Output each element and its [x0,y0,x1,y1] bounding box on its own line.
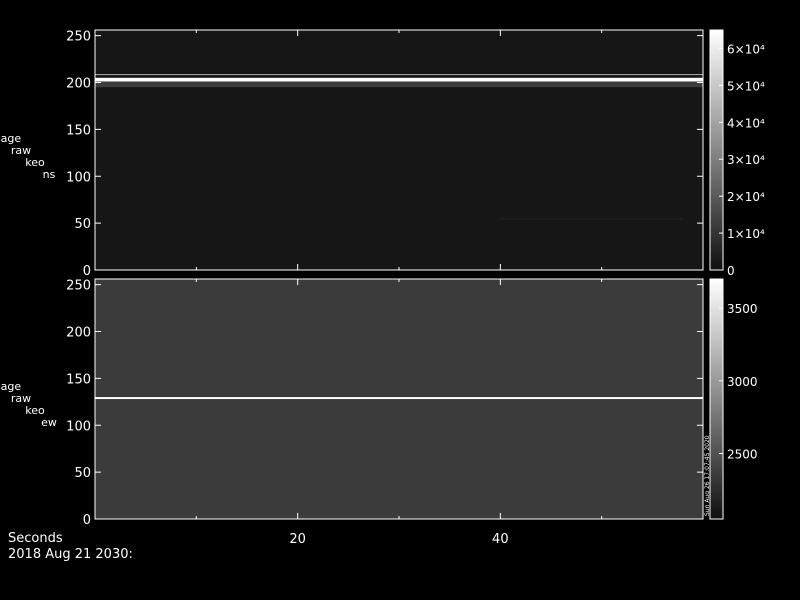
y-tick-label: 50 [74,466,91,481]
y-tick-label: 0 [83,264,91,279]
bottom-ylabel-line: image [0,380,22,393]
y-tick-label: 100 [66,170,91,185]
bottom-ylabel-line: ew [41,416,57,429]
bright-band [95,77,703,82]
colorbar-tick-label: 1×10⁴ [727,227,765,241]
colorbar-tick-label: 3000 [727,375,758,389]
colorbar-tick-label: 4×10⁴ [727,116,765,130]
side-note: Sun Aug 26 17:07:45 2020 [704,435,711,516]
y-tick-label: 50 [74,217,91,232]
y-tick-label: 200 [66,77,91,92]
top-ylabel: image raw keo ns [0,133,62,181]
colorbar-tick-label: 2×10⁴ [727,190,765,204]
y-tick-label: 0 [83,513,91,528]
y-tick-label: 250 [66,279,91,294]
top-ylabel-line: ns [42,168,56,181]
colorbar-tick-label: 6×10⁴ [727,42,765,56]
y-tick-label: 200 [66,326,91,341]
colorbar-tick-label: 3500 [727,302,758,316]
y-tick-label: 150 [66,123,91,138]
timestamp-label: 2018 Aug 21 2030: [8,547,133,562]
keogram-chart: 05010015020025001×10⁴2×10⁴3×10⁴4×10⁴5×10… [66,29,765,547]
colorbar [709,29,724,271]
x-tick-label: 40 [492,532,509,547]
x-tick-label: 20 [289,532,306,547]
y-tick-label: 100 [66,419,91,434]
bright-band [95,74,703,76]
top-ylabel-line: image [0,132,22,145]
colorbar-tick-label: 3×10⁴ [727,153,765,167]
bottom-ylabel: image raw keo ew [0,381,62,429]
x-unit-label: Seconds [8,531,63,546]
y-tick-label: 250 [66,30,91,45]
colorbar-tick-label: 5×10⁴ [727,79,765,93]
bright-line [95,397,703,400]
colorbar [709,278,724,520]
faint-streak [500,218,683,220]
colorbar-tick-label: 0 [727,264,735,278]
y-tick-label: 150 [66,372,91,387]
image-background [95,30,703,270]
colorbar-tick-label: 2500 [727,448,758,462]
faint-band [95,81,703,88]
